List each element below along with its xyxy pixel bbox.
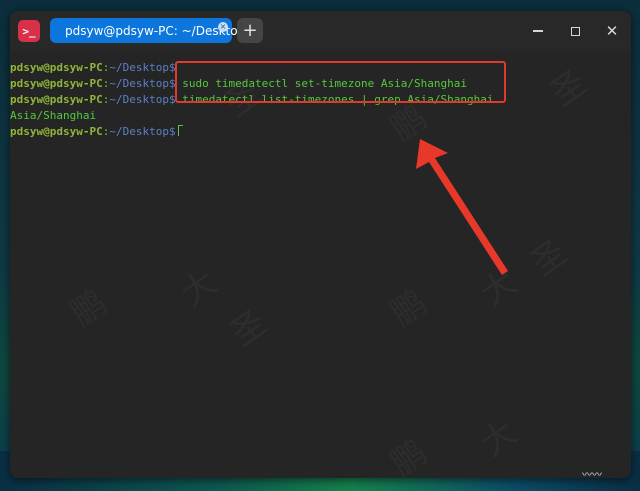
corner-watermark-icon: 〰〰 [582,470,602,481]
terminal-window: >_ pdsyw@pdsyw-PC: ~/Desktop × + ✕ pdsyw… [10,11,631,478]
red-arrow-icon [416,139,508,275]
